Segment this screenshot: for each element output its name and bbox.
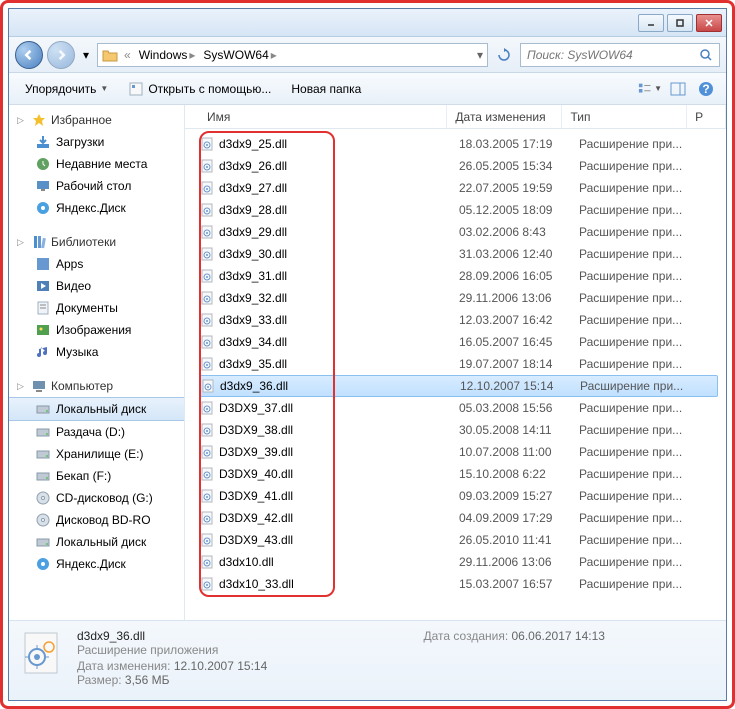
breadcrumb-part[interactable]: Windows ▸ — [137, 48, 198, 62]
sidebar-item[interactable]: Apps — [9, 253, 184, 275]
sidebar-item[interactable]: Хранилище (E:) — [9, 443, 184, 465]
sidebar-item[interactable]: Изображения — [9, 319, 184, 341]
file-row[interactable]: d3dx9_35.dll19.07.2007 18:14Расширение п… — [199, 353, 718, 375]
sidebar-item[interactable]: Яндекс.Диск — [9, 197, 184, 219]
column-type[interactable]: Тип — [562, 105, 687, 128]
sidebar-item[interactable]: Загрузки — [9, 131, 184, 153]
column-name[interactable]: Имя — [199, 105, 447, 128]
sidebar-item[interactable]: Яндекс.Диск — [9, 553, 184, 575]
open-with-button[interactable]: Открыть с помощью... — [120, 78, 279, 100]
details-pane: d3dx9_36.dll Расширение приложения Дата … — [9, 620, 726, 700]
sidebar-item[interactable]: Музыка — [9, 341, 184, 363]
forward-button[interactable] — [47, 41, 75, 69]
titlebar — [9, 9, 726, 37]
file-row[interactable]: D3DX9_38.dll30.05.2008 14:11Расширение п… — [199, 419, 718, 441]
history-dropdown[interactable]: ▾ — [79, 41, 93, 69]
file-row[interactable]: d3dx10_33.dll15.03.2007 16:57Расширение … — [199, 573, 718, 595]
file-row[interactable]: d3dx9_33.dll12.03.2007 16:42Расширение п… — [199, 309, 718, 331]
file-row[interactable]: d3dx9_29.dll03.02.2006 8:43Расширение пр… — [199, 221, 718, 243]
file-row[interactable]: d3dx9_26.dll26.05.2005 15:34Расширение п… — [199, 155, 718, 177]
file-row[interactable]: d3dx10.dll29.11.2006 13:06Расширение при… — [199, 551, 718, 573]
sidebar-item[interactable]: Документы — [9, 297, 184, 319]
view-button[interactable]: ▼ — [638, 77, 662, 101]
sidebar-item[interactable]: Видео — [9, 275, 184, 297]
details-created: 06.06.2017 14:13 — [512, 629, 605, 643]
sidebar-group[interactable]: ▷Избранное — [9, 109, 184, 131]
sidebar-item[interactable]: Локальный диск — [9, 531, 184, 553]
sidebar-item[interactable]: Локальный диск — [9, 397, 184, 421]
details-filename: d3dx9_36.dll — [77, 629, 372, 643]
svg-text:?: ? — [702, 82, 709, 96]
sidebar-group[interactable]: ▷Компьютер — [9, 375, 184, 397]
sidebar: ▷ИзбранноеЗагрузкиНедавние местаРабочий … — [9, 105, 185, 620]
help-button[interactable]: ? — [694, 77, 718, 101]
sidebar-item[interactable]: Бекап (F:) — [9, 465, 184, 487]
new-folder-button[interactable]: Новая папка — [283, 79, 369, 99]
file-row[interactable]: d3dx9_25.dll18.03.2005 17:19Расширение п… — [199, 133, 718, 155]
file-row[interactable]: d3dx9_27.dll22.07.2005 19:59Расширение п… — [199, 177, 718, 199]
maximize-button[interactable] — [667, 14, 693, 32]
sidebar-item[interactable]: CD-дисковод (G:) — [9, 487, 184, 509]
search-box[interactable] — [520, 43, 720, 67]
close-button[interactable] — [696, 14, 722, 32]
breadcrumb-sep[interactable]: « — [122, 48, 133, 62]
file-type-icon — [17, 629, 65, 677]
file-row[interactable]: D3DX9_40.dll15.10.2008 6:22Расширение пр… — [199, 463, 718, 485]
sidebar-item[interactable]: Недавние места — [9, 153, 184, 175]
sidebar-item[interactable]: Дисковод BD-RO — [9, 509, 184, 531]
organize-button[interactable]: Упорядочить▼ — [17, 79, 116, 99]
address-dropdown[interactable]: ▾ — [477, 48, 483, 62]
file-row[interactable]: d3dx9_32.dll29.11.2006 13:06Расширение п… — [199, 287, 718, 309]
minimize-button[interactable] — [638, 14, 664, 32]
file-row[interactable]: d3dx9_30.dll31.03.2006 12:40Расширение п… — [199, 243, 718, 265]
column-date[interactable]: Дата изменения — [447, 105, 562, 128]
file-row[interactable]: D3DX9_43.dll26.05.2010 11:41Расширение п… — [199, 529, 718, 551]
details-filetype: Расширение приложения — [77, 643, 372, 657]
navbar: ▾ « Windows ▸ SysWOW64 ▸ ▾ — [9, 37, 726, 73]
preview-pane-button[interactable] — [666, 77, 690, 101]
sidebar-group[interactable]: ▷Библиотеки — [9, 231, 184, 253]
folder-icon — [102, 48, 118, 62]
app-icon — [128, 81, 144, 97]
address-bar[interactable]: « Windows ▸ SysWOW64 ▸ ▾ — [97, 43, 488, 67]
details-modified: 12.10.2007 15:14 — [174, 659, 267, 673]
file-row[interactable]: D3DX9_39.dll10.07.2008 11:00Расширение п… — [199, 441, 718, 463]
back-button[interactable] — [15, 41, 43, 69]
file-list[interactable]: d3dx9_25.dll18.03.2005 17:19Расширение п… — [185, 129, 726, 620]
column-size[interactable]: Р — [687, 105, 726, 128]
file-row[interactable]: D3DX9_37.dll05.03.2008 15:56Расширение п… — [199, 397, 718, 419]
file-row[interactable]: d3dx9_36.dll12.10.2007 15:14Расширение п… — [199, 375, 718, 397]
sidebar-item[interactable]: Раздача (D:) — [9, 421, 184, 443]
column-headers: Имя Дата изменения Тип Р — [185, 105, 726, 129]
sidebar-item[interactable]: Рабочий стол — [9, 175, 184, 197]
file-row[interactable]: d3dx9_31.dll28.09.2006 16:05Расширение п… — [199, 265, 718, 287]
refresh-button[interactable] — [492, 43, 516, 67]
file-row[interactable]: D3DX9_41.dll09.03.2009 15:27Расширение п… — [199, 485, 718, 507]
file-row[interactable]: D3DX9_42.dll04.09.2009 17:29Расширение п… — [199, 507, 718, 529]
toolbar: Упорядочить▼ Открыть с помощью... Новая … — [9, 73, 726, 105]
breadcrumb-part[interactable]: SysWOW64 ▸ — [201, 48, 278, 62]
file-row[interactable]: d3dx9_28.dll05.12.2005 18:09Расширение п… — [199, 199, 718, 221]
details-size: 3,56 МБ — [125, 673, 170, 687]
file-row[interactable]: d3dx9_34.dll16.05.2007 16:45Расширение п… — [199, 331, 718, 353]
search-icon — [699, 48, 713, 62]
search-input[interactable] — [527, 48, 695, 62]
